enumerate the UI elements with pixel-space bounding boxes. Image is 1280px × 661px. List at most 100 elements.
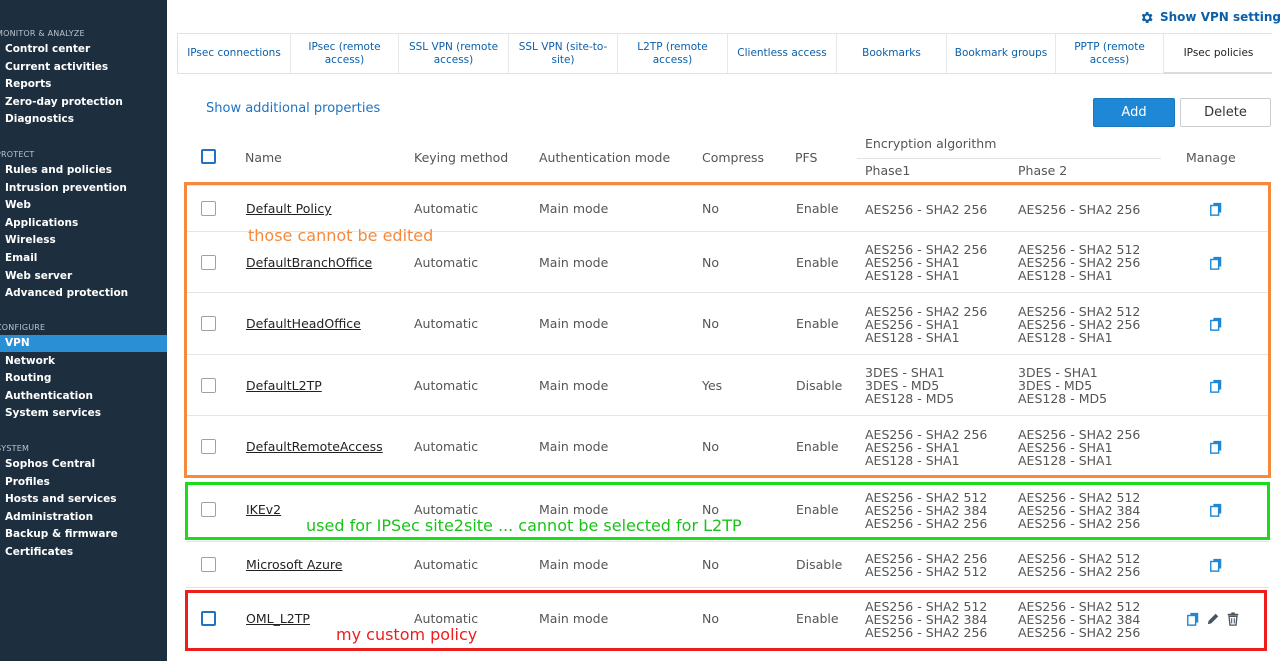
header-phase1[interactable]: Phase1	[865, 163, 910, 178]
show-vpn-settings-link[interactable]: Show VPN settings	[1139, 8, 1280, 26]
select-all-checkbox[interactable]	[201, 149, 216, 164]
policy-name-link[interactable]: DefaultL2TP	[246, 378, 322, 393]
sidebar-item-administration[interactable]: Administration	[0, 509, 167, 526]
copy-icon[interactable]	[1209, 378, 1223, 397]
pfs-cell: Enable	[796, 316, 839, 331]
copy-icon[interactable]	[1209, 557, 1223, 576]
row-checkbox[interactable]	[201, 201, 216, 216]
sidebar-item-network[interactable]: Network	[0, 353, 167, 370]
sidebar-item-intrusion-prevention[interactable]: Intrusion prevention	[0, 180, 167, 197]
tab-ssl-vpn-remote-access[interactable]: SSL VPN (remote access)	[399, 34, 509, 73]
sidebar-item-hosts-and-services[interactable]: Hosts and services	[0, 491, 167, 508]
sidebar-item-vpn[interactable]: VPN	[0, 335, 167, 352]
policy-name-link[interactable]: DefaultHeadOffice	[246, 316, 361, 331]
active-tab-indicator	[1164, 72, 1272, 74]
authentication-mode-cell: Main mode	[539, 316, 609, 331]
row-checkbox[interactable]	[201, 611, 216, 626]
table-row[interactable]: Default Policy Automatic Main mode No Enable…	[186, 185, 1269, 231]
trash-icon[interactable]	[1226, 611, 1240, 630]
tab-l2tp-remote-access[interactable]: L2TP (remote access)	[618, 34, 728, 73]
copy-icon[interactable]	[1209, 201, 1223, 220]
compress-cell: No	[702, 201, 719, 216]
tab-bookmark-groups[interactable]: Bookmark groups	[947, 34, 1056, 73]
policy-name-link[interactable]: IKEv2	[246, 502, 281, 517]
algorithm-line: AES256 - SHA2 256	[865, 426, 988, 442]
keying-method-cell: Automatic	[414, 254, 479, 270]
copy-icon[interactable]	[1209, 502, 1223, 521]
manage-actions	[1209, 557, 1223, 576]
sidebar-item-current-activities[interactable]: Current activities	[0, 59, 167, 76]
table-row[interactable]: Microsoft Azure Automatic Main mode No Disab…	[186, 541, 1269, 587]
row-checkbox[interactable]	[201, 439, 216, 454]
pfs-cell: Enable	[796, 254, 839, 270]
sidebar-item-reports[interactable]: Reports	[0, 76, 167, 93]
authentication-mode-cell: Main mode	[539, 557, 609, 572]
sidebar-item-profiles[interactable]: Profiles	[0, 474, 167, 491]
algorithm-line: AES128 - SHA1	[1018, 268, 1113, 283]
tab-pptp-remote-access[interactable]: PPTP (remote access)	[1056, 34, 1164, 73]
row-checkbox[interactable]	[201, 377, 216, 393]
header-phase2[interactable]: Phase 2	[1018, 163, 1067, 178]
header-keying-method[interactable]: Keying method	[414, 150, 508, 165]
tab-ipsec-policies[interactable]: IPsec policies	[1164, 34, 1273, 73]
header-name[interactable]: Name	[245, 150, 282, 165]
phase2-cell: AES256 - SHA2 256	[1018, 203, 1140, 216]
row-checkbox[interactable]	[201, 502, 216, 517]
table-row[interactable]: DefaultL2TP Automatic Main mode Yes Disable 3…	[186, 354, 1269, 415]
sidebar-item-system-services[interactable]: System services	[0, 405, 167, 422]
tab-bookmarks[interactable]: Bookmarks	[837, 34, 947, 73]
sidebar-item-web[interactable]: Web	[0, 197, 167, 214]
tab-ipsec-connections[interactable]: IPsec connections	[178, 34, 291, 73]
sidebar-item-zero-day-protection[interactable]: Zero-day protection	[0, 94, 167, 111]
sidebar-section-header: PROTECT	[0, 150, 35, 159]
header-authentication-mode[interactable]: Authentication mode	[539, 150, 670, 165]
manage-actions	[1209, 316, 1223, 335]
edit-icon[interactable]	[1206, 611, 1220, 630]
delete-button[interactable]: Delete	[1180, 98, 1271, 127]
sidebar-item-wireless[interactable]: Wireless	[0, 232, 167, 249]
row-checkbox[interactable]	[201, 557, 216, 572]
sidebar-item-certificates[interactable]: Certificates	[0, 544, 167, 561]
algorithm-line: AES256 - SHA2 256	[865, 201, 988, 217]
keying-method-cell: Automatic	[414, 201, 479, 216]
copy-icon[interactable]	[1209, 316, 1223, 335]
manage-actions	[1209, 378, 1223, 397]
row-checkbox[interactable]	[201, 316, 216, 331]
policy-name-link[interactable]: Microsoft Azure	[246, 557, 342, 572]
algorithm-line: AES256 - SHA2 256	[865, 303, 988, 319]
sidebar-item-rules-and-policies[interactable]: Rules and policies	[0, 162, 167, 179]
header-pfs[interactable]: PFS	[795, 150, 817, 165]
add-button[interactable]: Add	[1093, 98, 1175, 127]
sidebar: MONITOR & ANALYZE Control center Current a…	[0, 0, 167, 661]
sidebar-item-backup-firmware[interactable]: Backup & firmware	[0, 526, 167, 543]
sidebar-section-header: MONITOR & ANALYZE	[0, 29, 85, 38]
header-compress[interactable]: Compress	[702, 150, 764, 165]
table-row[interactable]: DefaultRemoteAccess Automatic Main mode No E…	[186, 415, 1269, 477]
row-checkbox[interactable]	[201, 254, 216, 270]
phase1-cell: AES256 - SHA2 256 AES256 - SHA1 AES128 - S…	[865, 428, 987, 467]
policy-name-link[interactable]: Default Policy	[246, 201, 332, 216]
sidebar-item-control-center[interactable]: Control center	[0, 41, 167, 58]
copy-icon[interactable]	[1209, 439, 1223, 458]
sidebar-item-sophos-central[interactable]: Sophos Central	[0, 456, 167, 473]
tab-ipsec-remote-access[interactable]: IPsec (remote access)	[291, 34, 399, 73]
sidebar-item-routing[interactable]: Routing	[0, 370, 167, 387]
algorithm-line: AES256 - SHA2 384	[1018, 502, 1141, 518]
manage-actions	[1209, 439, 1223, 458]
policy-name-link[interactable]: OML_L2TP	[246, 611, 310, 626]
tab-ssl-vpn-site-to-site[interactable]: SSL VPN (site-to-site)	[509, 34, 618, 73]
policy-name-link[interactable]: DefaultBranchOffice	[246, 255, 372, 270]
sidebar-item-advanced-protection[interactable]: Advanced protection	[0, 285, 167, 302]
copy-icon[interactable]	[1209, 255, 1223, 274]
show-additional-properties-link[interactable]: Show additional properties	[206, 101, 380, 116]
table-row[interactable]: DefaultHeadOffice Automatic Main mode No Ena…	[186, 292, 1269, 354]
sidebar-item-applications[interactable]: Applications	[0, 215, 167, 232]
compress-cell: No	[702, 254, 719, 270]
sidebar-item-diagnostics[interactable]: Diagnostics	[0, 111, 167, 128]
policy-name-link[interactable]: DefaultRemoteAccess	[246, 439, 383, 454]
sidebar-item-authentication[interactable]: Authentication	[0, 388, 167, 405]
sidebar-item-email[interactable]: Email	[0, 250, 167, 267]
copy-icon[interactable]	[1186, 611, 1200, 630]
sidebar-item-web-server[interactable]: Web server	[0, 268, 167, 285]
tab-clientless-access[interactable]: Clientless access	[728, 34, 837, 73]
